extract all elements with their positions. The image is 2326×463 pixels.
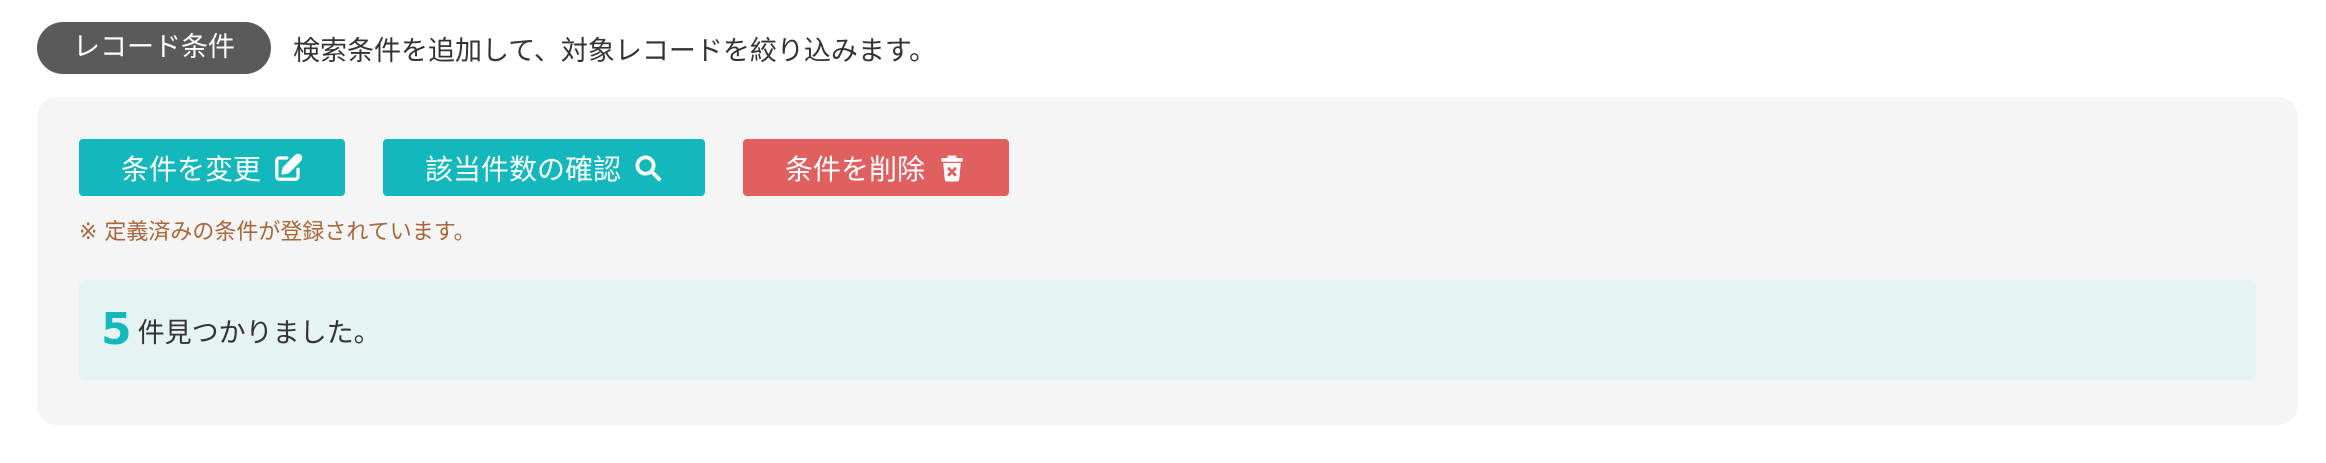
section-badge: レコード条件 <box>37 22 271 74</box>
section-header: レコード条件 検索条件を追加して、対象レコードを絞り込みます。 <box>37 22 936 74</box>
trash-icon <box>937 153 967 183</box>
page: レコード条件 検索条件を追加して、対象レコードを絞り込みます。 条件を変更 該当… <box>0 0 2326 463</box>
check-count-button[interactable]: 該当件数の確認 <box>383 139 706 196</box>
check-count-label: 該当件数の確認 <box>425 153 622 185</box>
change-conditions-button[interactable]: 条件を変更 <box>79 139 346 196</box>
change-conditions-label: 条件を変更 <box>121 153 262 185</box>
button-row: 条件を変更 該当件数の確認 条件を削除 <box>79 139 1010 196</box>
result-count: 5 <box>101 304 132 355</box>
search-icon <box>633 153 663 183</box>
section-description: 検索条件を追加して、対象レコードを絞り込みます。 <box>293 35 937 67</box>
delete-conditions-button[interactable]: 条件を削除 <box>743 139 1010 196</box>
delete-conditions-label: 条件を削除 <box>785 153 926 185</box>
edit-icon <box>273 153 303 183</box>
result-box: 5 件見つかりました。 <box>79 280 2256 380</box>
result-text: 件見つかりました。 <box>137 317 381 349</box>
conditions-panel: 条件を変更 該当件数の確認 条件を削除 ※ 定義済みの条件が登録されています。 … <box>37 97 2298 425</box>
defined-conditions-note: ※ 定義済みの条件が登録されています。 <box>79 220 476 245</box>
